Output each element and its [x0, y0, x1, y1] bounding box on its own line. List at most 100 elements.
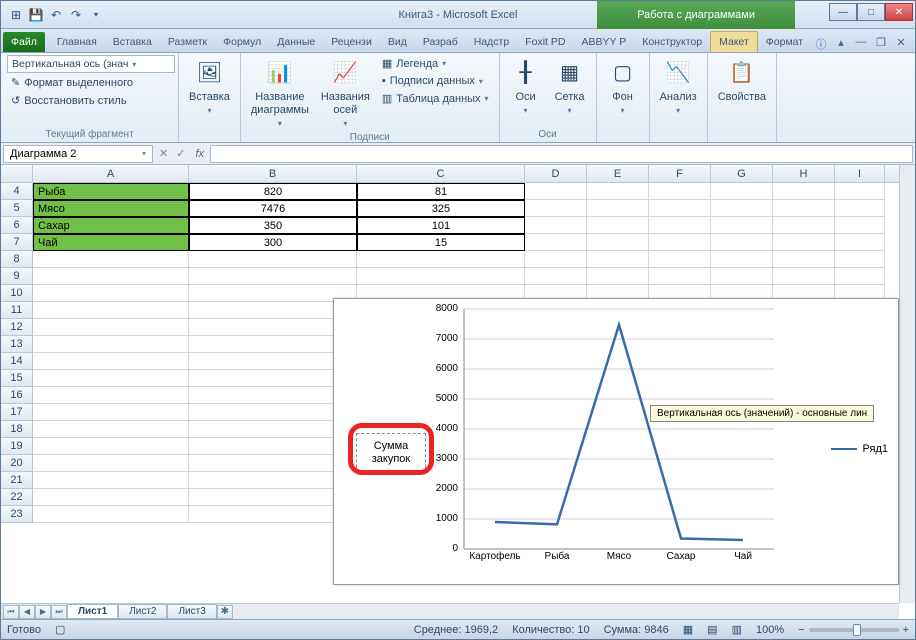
cell[interactable] [189, 285, 357, 302]
row-header[interactable]: 21 [1, 472, 33, 489]
cell[interactable] [835, 217, 885, 234]
tab-formulas[interactable]: Формул [215, 32, 269, 52]
view-pagebreak-icon[interactable]: ▥ [732, 623, 742, 636]
cell[interactable]: 820 [189, 183, 357, 200]
row-header[interactable]: 4 [1, 183, 33, 200]
cell[interactable] [649, 268, 711, 285]
col-header-A[interactable]: A [33, 165, 189, 182]
insert-button[interactable]: 🖼Вставка [185, 55, 234, 118]
formula-bar[interactable] [210, 145, 913, 163]
vertical-scrollbar[interactable] [899, 165, 915, 603]
cell[interactable] [587, 268, 649, 285]
cell[interactable] [773, 183, 835, 200]
row-header[interactable]: 5 [1, 200, 33, 217]
cell[interactable] [835, 234, 885, 251]
cell[interactable] [773, 268, 835, 285]
tab-addins[interactable]: Надстр [466, 32, 517, 52]
tab-pagelayout[interactable]: Разметк [160, 32, 215, 52]
row-header[interactable]: 12 [1, 319, 33, 336]
col-header-C[interactable]: C [357, 165, 525, 182]
cell[interactable] [711, 234, 773, 251]
cell[interactable] [525, 217, 587, 234]
chart-object[interactable]: Сумма закупок Вертикальная ось (значений… [333, 298, 899, 585]
row-header[interactable]: 13 [1, 336, 33, 353]
cell[interactable]: 101 [357, 217, 525, 234]
cell[interactable] [649, 251, 711, 268]
col-header-F[interactable]: F [649, 165, 711, 182]
cell[interactable] [189, 506, 357, 523]
undo-icon[interactable]: ↶ [47, 6, 65, 24]
row-header[interactable]: 23 [1, 506, 33, 523]
axis-titles-button[interactable]: 📈Названия осей [317, 55, 374, 131]
cell[interactable] [711, 251, 773, 268]
doc-close-button[interactable]: ✕ [893, 36, 909, 50]
cell[interactable] [587, 217, 649, 234]
cell[interactable]: 81 [357, 183, 525, 200]
cell[interactable] [33, 336, 189, 353]
row-header[interactable]: 18 [1, 421, 33, 438]
enter-icon[interactable]: ✓ [172, 147, 189, 160]
cell[interactable]: Сахар [33, 217, 189, 234]
zoom-slider[interactable] [809, 628, 899, 632]
background-button[interactable]: ▢Фон [603, 55, 643, 118]
cell[interactable] [33, 319, 189, 336]
row-header[interactable]: 17 [1, 404, 33, 421]
col-header-E[interactable]: E [587, 165, 649, 182]
cell[interactable] [189, 353, 357, 370]
cell[interactable] [773, 251, 835, 268]
chart-title-button[interactable]: 📊Название диаграммы [247, 55, 313, 131]
cell[interactable] [773, 234, 835, 251]
cell[interactable] [835, 183, 885, 200]
cell[interactable] [33, 421, 189, 438]
tab-design[interactable]: Конструктор [634, 32, 710, 52]
row-header[interactable]: 14 [1, 353, 33, 370]
cell[interactable] [189, 336, 357, 353]
cell[interactable] [33, 370, 189, 387]
doc-minimize-button[interactable]: — [853, 36, 869, 50]
row-header[interactable]: 16 [1, 387, 33, 404]
cell[interactable]: Рыба [33, 183, 189, 200]
row-header[interactable]: 19 [1, 438, 33, 455]
row-header[interactable]: 9 [1, 268, 33, 285]
cell[interactable] [773, 217, 835, 234]
axis-title-textbox[interactable]: Сумма закупок [356, 433, 426, 473]
cell[interactable] [33, 268, 189, 285]
cell[interactable] [33, 404, 189, 421]
select-all-corner[interactable] [1, 165, 33, 182]
cell[interactable]: 325 [357, 200, 525, 217]
ribbon-minimize-icon[interactable]: ▴ [833, 36, 849, 50]
legend-button[interactable]: ▦Легенда [378, 55, 493, 72]
row-header[interactable]: 6 [1, 217, 33, 234]
cell[interactable] [189, 438, 357, 455]
row-header[interactable]: 8 [1, 251, 33, 268]
close-button[interactable]: ✕ [885, 3, 913, 21]
cell[interactable] [835, 268, 885, 285]
cell[interactable] [835, 251, 885, 268]
col-header-G[interactable]: G [711, 165, 773, 182]
cell[interactable]: 7476 [189, 200, 357, 217]
row-header[interactable]: 11 [1, 302, 33, 319]
tab-developer[interactable]: Разраб [415, 32, 466, 52]
cell[interactable] [773, 200, 835, 217]
format-selection-button[interactable]: ✎Формат выделенного [7, 74, 175, 91]
tab-nav-prev[interactable]: ◀ [19, 605, 35, 619]
col-header-H[interactable]: H [773, 165, 835, 182]
chart-legend[interactable]: Ряд1 [831, 443, 888, 455]
save-icon[interactable]: 💾 [27, 6, 45, 24]
cell[interactable] [711, 200, 773, 217]
sheet-tab-2[interactable]: Лист2 [118, 604, 167, 619]
row-header[interactable]: 22 [1, 489, 33, 506]
gridlines-button[interactable]: ▦Сетка [550, 55, 590, 118]
cell[interactable] [33, 489, 189, 506]
axes-button[interactable]: ╂Оси [506, 55, 546, 118]
row-header[interactable]: 10 [1, 285, 33, 302]
data-table-button[interactable]: ▥Таблица данных [378, 90, 493, 107]
fx-label[interactable]: fx [189, 148, 210, 160]
new-sheet-button[interactable]: ✱ [217, 605, 233, 619]
help-icon[interactable]: ⓘ [813, 36, 829, 50]
cell[interactable]: 350 [189, 217, 357, 234]
cell[interactable] [33, 387, 189, 404]
sheet-tab-3[interactable]: Лист3 [167, 604, 216, 619]
view-pagelayout-icon[interactable]: ▤ [707, 623, 717, 636]
tab-data[interactable]: Данные [269, 32, 323, 52]
